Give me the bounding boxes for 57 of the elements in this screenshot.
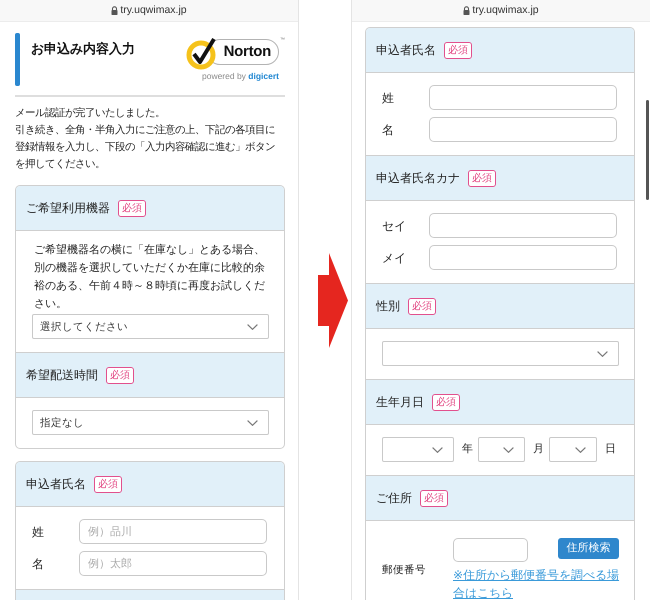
text-field[interactable] (429, 245, 617, 270)
required-badge: 必須 (408, 298, 436, 314)
field-label: 郵便番号 (382, 564, 427, 576)
text-field[interactable] (429, 117, 617, 142)
field-label: メイ (382, 250, 407, 264)
field-label: 姓 (382, 90, 395, 104)
text-field[interactable] (429, 213, 617, 238)
chevron-down-icon (247, 324, 258, 330)
section-title: 性別 (376, 299, 400, 313)
title-accent-bar (15, 33, 20, 86)
section-title: ご希望利用機器 (26, 201, 110, 215)
date-unit-label: 日 (605, 443, 616, 456)
url-text: try.uqwimax.jp (472, 4, 539, 17)
dropdown-select[interactable] (382, 437, 454, 462)
required-badge: 必須 (118, 200, 146, 216)
section-title: 申込者氏名 (26, 477, 86, 491)
required-badge: 必須 (432, 394, 460, 410)
text-field[interactable]: 例）太郎 (79, 551, 267, 576)
page-title: お申込み内容入力 (31, 41, 135, 56)
dropdown-select[interactable] (382, 341, 619, 366)
text-field[interactable] (429, 85, 617, 110)
required-badge: 必須 (420, 490, 448, 506)
address-search-button[interactable]: 住所検索 (558, 538, 619, 559)
field-label: セイ (382, 218, 407, 232)
section-title: 生年月日 (376, 395, 424, 409)
required-badge: 必須 (94, 476, 122, 492)
postal-code-field[interactable] (453, 538, 528, 562)
required-badge: 必須 (444, 42, 472, 58)
dropdown-select[interactable] (549, 437, 597, 462)
seal-tagline: powered by digicert (202, 71, 279, 81)
field-label: 名 (32, 556, 45, 570)
chevron-down-icon (247, 420, 258, 426)
text-field[interactable]: 例）品川 (79, 519, 267, 544)
field-label: 名 (382, 122, 395, 136)
section-title: 申込者氏名カナ (376, 171, 460, 185)
dropdown-select[interactable]: 指定なし (32, 410, 269, 435)
url-text: try.uqwimax.jp (120, 4, 187, 17)
chevron-down-icon (597, 350, 608, 356)
dropdown-select[interactable] (478, 437, 525, 462)
chevron-down-icon (432, 446, 443, 452)
required-badge: 必須 (106, 366, 134, 384)
intro-text: メール認証が完了いたしました。 (15, 106, 166, 121)
date-unit-label: 月 (533, 443, 544, 456)
lock-icon (111, 6, 118, 15)
field-label: 姓 (32, 524, 45, 538)
chevron-down-icon (503, 446, 514, 452)
lock-icon (463, 6, 470, 15)
chevron-down-icon (575, 446, 586, 452)
date-unit-label: 年 (462, 443, 473, 456)
required-badge: 必須 (468, 170, 496, 186)
section-title: 希望配送時間 (26, 368, 98, 382)
section-title: ご住所 (376, 491, 412, 505)
dropdown-select[interactable]: 選択してください (32, 314, 269, 339)
intro-text: 引き続き、全角・半角入力にご注意の上、下記の各項目に登録情報を入力し、下段の「入力内容確認に進む」ボタンを押してください。 (15, 123, 276, 172)
section-title: 申込者氏名 (376, 43, 436, 57)
right-arrow-icon (318, 252, 348, 348)
instruction-text: ご希望機器名の横に「在庫なし」とある場合、別の機器を選択していただくか在庫に比較的余裕のある、午前４時～８時頃に再度お試しください。 (34, 242, 266, 312)
